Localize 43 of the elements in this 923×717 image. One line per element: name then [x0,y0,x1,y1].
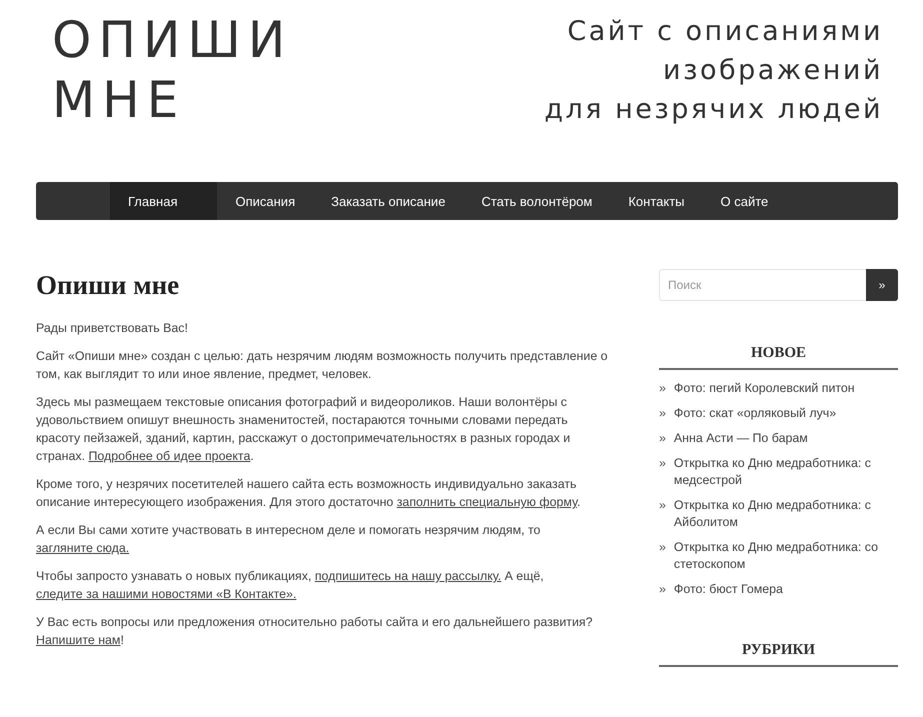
search-button[interactable]: » [866,269,898,301]
nav-link[interactable]: Заказать описание [313,182,464,220]
post-link[interactable]: Открытка ко Дню медработника: с медсестрой [674,455,898,489]
nav-link[interactable]: Стать волонтёром [463,182,610,220]
widget-title: НОВОЕ [659,345,898,370]
bullet-mark: » [659,455,666,472]
text-link[interactable]: загляните сюда. [36,541,130,555]
post-link[interactable]: Фото: пегий Королевский питон [674,380,855,397]
nav-link[interactable]: Контакты [610,182,702,220]
bullet-mark: » [659,581,666,598]
site-tagline: для незрячих людей [544,93,883,127]
nav-link[interactable]: О сайте [702,182,786,220]
post-link[interactable]: Анна Асти — По барам [674,430,808,447]
text-link[interactable]: Подробнее об идее проекта [88,449,250,463]
post-link[interactable]: Открытка ко Дню медработника: со стетоскопом [674,539,898,573]
bullet-mark: » [659,380,666,397]
paragraph: А если Вы сами хотите участвовать в интересном деле и помогать незрячим людям, то загляните сюда. [36,522,542,557]
paragraph: Здесь мы размещаем текстовые описания фотографий и видеороликов. Наши волонтёры с удовольствием опишут внешность знаменитостей, постараются точными словами передать красоту пейзажей, зданий, картин, расскажут о достопримечательностях в разных городах и странах. Подробнее об идее проекта. [36,394,572,465]
site-tagline: Сайт с описаниями [566,15,883,49]
bullet-mark: » [659,405,666,422]
post-link[interactable]: Фото: скат «орляковый луч» [674,405,836,422]
text-link[interactable]: заполнить специальную форму [396,495,577,509]
bullet-mark: » [659,539,666,556]
nav-link[interactable]: Описания [217,182,314,220]
paragraph: Сайт «Опиши мне» создан с целью: дать незрячим людям возможность получить представление о том, как выглядит то или иное явление, предмет, человек. [36,348,609,383]
post-link[interactable]: Фото: бюст Гомера [674,581,783,598]
site-logo[interactable]: ОПИШИ [52,10,292,70]
page-title: Опиши мне [36,270,180,301]
site-logo[interactable]: МНЕ [52,70,292,130]
paragraph: У Вас есть вопросы или предложения относительно работы сайта и его дальнейшего развития? Напишите нам! [36,614,594,649]
bullet-mark: » [659,430,666,447]
site-tagline: изображений [662,54,883,88]
paragraph: Чтобы запросто узнавать о новых публикациях, подпишитесь на нашу рассылку. А ещё, следите за нашими новостями «В Контакте». [36,568,545,603]
nav-link[interactable]: Главная [110,182,218,220]
post-link[interactable]: Открытка ко Дню медработника: с Айболитом [674,497,898,531]
widget-title: РУБРИКИ [659,642,898,667]
search-field[interactable]: Поиск [659,269,866,301]
paragraph: Кроме того, у незрячих посетителей нашего сайта есть возможность индивидуально заказать описание интересующего изображения. Для этого достаточно заполнить специальную форму. [36,476,582,511]
paragraph: Рады приветствовать Вас! [36,320,189,337]
text-link[interactable]: Напишите нам [36,633,120,647]
bullet-mark: » [659,497,666,514]
text-link[interactable]: подпишитесь на нашу рассылку. [314,569,502,583]
text-link[interactable]: следите за нашими новостями «В Контакте». [36,587,296,601]
